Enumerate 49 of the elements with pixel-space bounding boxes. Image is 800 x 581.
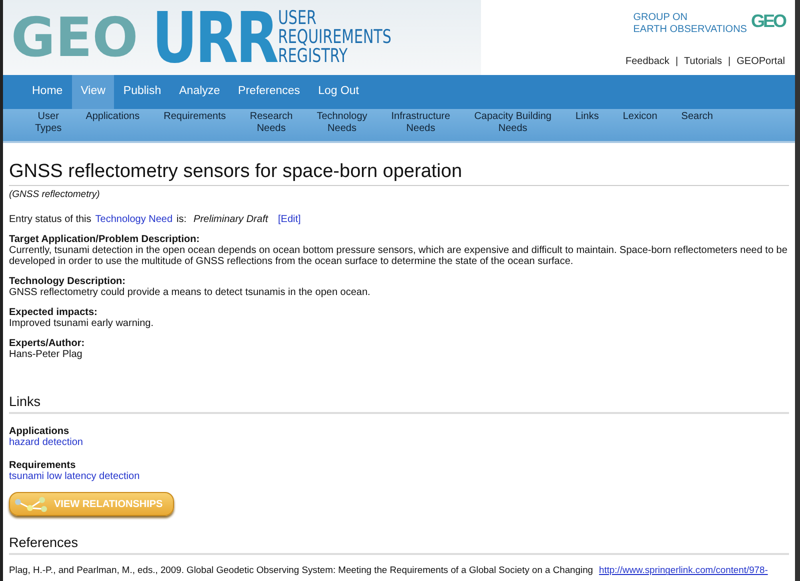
status-label: is: <box>176 214 187 226</box>
page-subtitle: (GNSS reflectometry) <box>9 188 101 202</box>
sub-nav-link[interactable]: Search <box>669 109 725 141</box>
nav-tab[interactable]: Publish <box>114 75 170 109</box>
nav-tab[interactable]: Log Out <box>309 75 368 109</box>
sub-nav-link[interactable]: Infrastructure Needs <box>379 109 462 141</box>
sub-nav-link[interactable]: User Types <box>23 109 74 141</box>
page-title: GNSS reflectometry sensors for space-born operation <box>9 161 789 186</box>
header-link[interactable]: GEOPortal <box>736 54 785 69</box>
field-value: Currently, tsunami detection in the open ocean depends on ocean bottom pressure sensors, which are expensive and difficult to maintain. Space-born reflectometers need to be developed in order to use the multitude of GNSS reflections from the ocean surface to determine the state of the ocean surface. <box>9 245 788 268</box>
org-logo-text: GEO <box>750 12 785 30</box>
header-link[interactable]: Tutorials <box>684 54 722 69</box>
nav-tab[interactable]: Preferences <box>229 75 310 109</box>
field-value: Hans-Peter Plag <box>9 349 84 360</box>
org-name: GROUP ON EARTH OBSERVATIONS <box>633 12 747 36</box>
separator: | <box>675 55 678 69</box>
network-icon <box>14 496 50 512</box>
related-link[interactable]: hazard detection <box>9 437 789 448</box>
related-link[interactable]: tsunami low latency detection <box>9 471 789 482</box>
header-link[interactable]: Feedback <box>626 54 670 69</box>
status-label: Entry status of this <box>9 214 92 226</box>
sub-nav-link[interactable]: Applications <box>74 109 152 141</box>
field-label: Experts/Author: <box>9 338 86 350</box>
link-group-label: Applications <box>9 426 70 438</box>
edit-link[interactable]: [Edit] <box>278 214 301 226</box>
status-value: Preliminary Draft <box>194 214 268 226</box>
sub-nav-link[interactable]: Links <box>563 109 611 141</box>
reference-text: Plag, H.-P., and Pearlman, M., eds., 2009. Global Geodetic Observing System: Meeting the Requirements of a Global Society on a Changing <box>9 563 593 578</box>
nav-tab[interactable]: Analyze <box>170 75 230 109</box>
field-label: Expected impacts: <box>9 307 98 318</box>
section-heading: Links <box>9 394 789 414</box>
field-label: Target Application/Problem Description: <box>9 234 201 246</box>
logo-text: GEO <box>11 10 140 64</box>
field-label: Technology Description: <box>9 276 126 288</box>
sub-nav-link[interactable]: Research Needs <box>238 109 305 141</box>
technology-need-link[interactable]: Technology Need <box>95 214 173 226</box>
app-logo-text: URR <box>152 2 277 72</box>
sub-nav-link[interactable]: Technology Needs <box>304 109 380 141</box>
section-heading: References <box>9 535 789 556</box>
link-group-label: Requirements <box>9 460 77 472</box>
reference-link[interactable]: http://www.springerlink.com/content/978- <box>599 563 768 578</box>
nav-tab[interactable]: Home <box>23 75 72 109</box>
sub-nav-link[interactable]: Capacity Building Needs <box>462 109 564 141</box>
field-value: GNSS reflectometry could provide a means to detect tsunamis in the open ocean. <box>9 287 372 298</box>
separator: | <box>728 55 731 69</box>
field-value: Improved tsunami early warning. <box>9 318 155 330</box>
app-name: USER REQUIREMENTS REGISTRY <box>278 9 392 66</box>
sub-nav-link[interactable]: Lexicon <box>610 109 670 141</box>
sub-nav-link[interactable]: Requirements <box>152 109 238 141</box>
